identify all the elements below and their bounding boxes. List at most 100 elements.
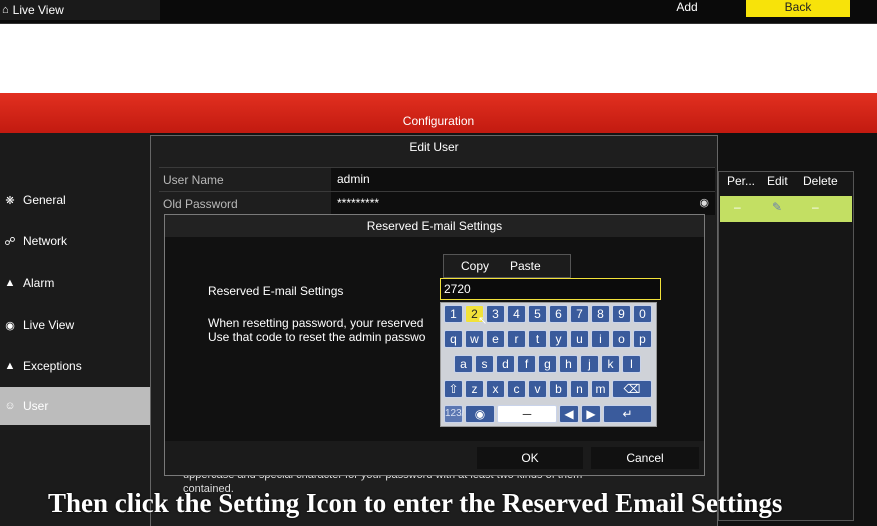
key-5[interactable]: 5 — [528, 305, 547, 323]
eye-icon: ◉ — [5, 319, 15, 332]
message-line: When resetting password, your reserved — [208, 316, 424, 330]
key-m[interactable]: m — [591, 380, 610, 398]
users-icon: ☺ — [4, 400, 16, 412]
live-view-label: Live View — [12, 3, 64, 17]
permission-cell: – — [734, 200, 741, 214]
clipboard-bar: Copy Paste — [443, 254, 571, 278]
key-8[interactable]: 8 — [591, 305, 610, 323]
backspace-key[interactable]: ⌫ — [612, 380, 652, 398]
key-u[interactable]: u — [570, 330, 589, 348]
old-password-label: Old Password — [163, 197, 238, 211]
cancel-button[interactable]: Cancel — [591, 447, 699, 469]
add-button[interactable]: Add — [632, 0, 742, 18]
shift-key[interactable]: ⇧ — [444, 380, 463, 398]
reserved-email-input[interactable]: 2720 — [440, 278, 661, 300]
old-password-field[interactable]: ********* — [331, 192, 715, 215]
key-n[interactable]: n — [570, 380, 589, 398]
live-view-button[interactable]: ⌂ Live View — [0, 0, 160, 20]
key-7[interactable]: 7 — [570, 305, 589, 323]
key-b[interactable]: b — [549, 380, 568, 398]
user-table: Per... Edit Delete – ✎ – — [718, 171, 854, 521]
sidebar-item-exceptions[interactable]: ▲ Exceptions — [0, 347, 150, 385]
key-q[interactable]: q — [444, 330, 463, 348]
reserved-email-label: Reserved E-mail Settings — [208, 284, 344, 298]
key-i[interactable]: i — [591, 330, 610, 348]
key-d[interactable]: d — [496, 355, 515, 373]
key-k[interactable]: k — [601, 355, 620, 373]
sidebar-item-alarm[interactable]: ▲ Alarm — [0, 264, 150, 302]
key-9[interactable]: 9 — [612, 305, 631, 323]
sidebar-item-network[interactable]: ☍ Network — [0, 222, 150, 260]
key-w[interactable]: w — [465, 330, 484, 348]
paste-button[interactable]: Paste — [510, 259, 541, 273]
column-header-edit: Edit — [767, 174, 788, 188]
column-header-permission: Per... — [727, 174, 756, 188]
key-s[interactable]: s — [475, 355, 494, 373]
key-h[interactable]: h — [559, 355, 578, 373]
key-6[interactable]: 6 — [549, 305, 568, 323]
key-v[interactable]: v — [528, 380, 547, 398]
key-f[interactable]: f — [517, 355, 536, 373]
sidebar-item-label: Network — [23, 234, 68, 248]
sidebar-item-general[interactable]: ❋ General — [0, 181, 150, 219]
key-3[interactable]: 3 — [486, 305, 505, 323]
configuration-title: Configuration — [402, 114, 475, 128]
key-t[interactable]: t — [528, 330, 547, 348]
alarm-icon: ▲ — [4, 277, 16, 289]
key-p[interactable]: p — [633, 330, 652, 348]
enter-key[interactable]: ↵ — [603, 405, 652, 423]
message-line: Use that code to reset the admin passwo — [208, 330, 426, 344]
space-key[interactable]: ─ — [497, 405, 557, 423]
mouse-cursor-icon: ↖ — [478, 315, 488, 327]
sidebar-item-live-view[interactable]: ◉ Live View — [0, 306, 150, 344]
dialog-footer: OK Cancel — [165, 441, 704, 475]
configuration-screen: Configuration ❋ General ☍ Network ▲ Alar… — [0, 93, 877, 526]
gear-icon: ❋ — [5, 194, 15, 207]
reserved-email-message: When resetting password, your reserved U… — [208, 316, 440, 344]
onscreen-keyboard: 1 2 3 4 5 6 7 8 9 0 q w e r t y u i o p … — [440, 302, 657, 427]
globe-icon[interactable]: ◉ — [465, 405, 495, 423]
sidebar-item-label: Exceptions — [23, 359, 82, 373]
user-name-row: User Name admin — [159, 167, 715, 191]
edit-pencil-icon[interactable]: ✎ — [772, 200, 782, 214]
symbols-key[interactable]: 123/. — [444, 405, 467, 423]
user-name-label: User Name — [163, 173, 224, 187]
sidebar-item-user[interactable]: ☺ User — [0, 387, 150, 425]
video-caption: Then click the Setting Icon to enter the… — [48, 488, 783, 518]
key-r[interactable]: r — [507, 330, 526, 348]
back-button[interactable]: Back — [746, 0, 850, 17]
key-4[interactable]: 4 — [507, 305, 526, 323]
key-y[interactable]: y — [549, 330, 568, 348]
sidebar-item-label: Alarm — [23, 276, 55, 290]
arrow-left-key[interactable]: ◀ — [559, 405, 579, 423]
sidebar-item-label: User — [23, 399, 49, 413]
key-1[interactable]: 1 — [444, 305, 463, 323]
home-icon: ⌂ — [2, 4, 9, 16]
arrow-right-key[interactable]: ▶ — [581, 405, 601, 423]
sidebar: ❋ General ☍ Network ▲ Alarm ◉ Live View … — [0, 133, 150, 526]
copy-button[interactable]: Copy — [461, 259, 489, 273]
key-j[interactable]: j — [580, 355, 599, 373]
show-password-eye-icon[interactable]: ◉ — [699, 196, 709, 209]
reserved-email-title: Reserved E-mail Settings — [165, 215, 704, 237]
key-g[interactable]: g — [538, 355, 557, 373]
edit-user-title: Edit User — [409, 140, 459, 154]
top-toolbar: ⌂ Live View Add Back — [0, 0, 877, 24]
key-l[interactable]: l — [622, 355, 641, 373]
column-header-delete: Delete — [803, 174, 838, 188]
key-z[interactable]: z — [465, 380, 484, 398]
key-c[interactable]: c — [507, 380, 526, 398]
key-x[interactable]: x — [486, 380, 505, 398]
sidebar-item-label: Live View — [23, 318, 75, 332]
key-0[interactable]: 0 — [633, 305, 652, 323]
old-password-row: Old Password ********* ◉ — [159, 191, 715, 215]
network-icon: ☍ — [4, 235, 16, 248]
user-name-field[interactable]: admin — [331, 168, 715, 191]
sidebar-item-label: General — [23, 193, 66, 207]
table-row[interactable]: – ✎ – — [720, 196, 852, 222]
key-o[interactable]: o — [612, 330, 631, 348]
ok-button[interactable]: OK — [477, 447, 583, 469]
warning-icon: ▲ — [4, 360, 16, 372]
key-e[interactable]: e — [486, 330, 505, 348]
key-a[interactable]: a — [454, 355, 473, 373]
